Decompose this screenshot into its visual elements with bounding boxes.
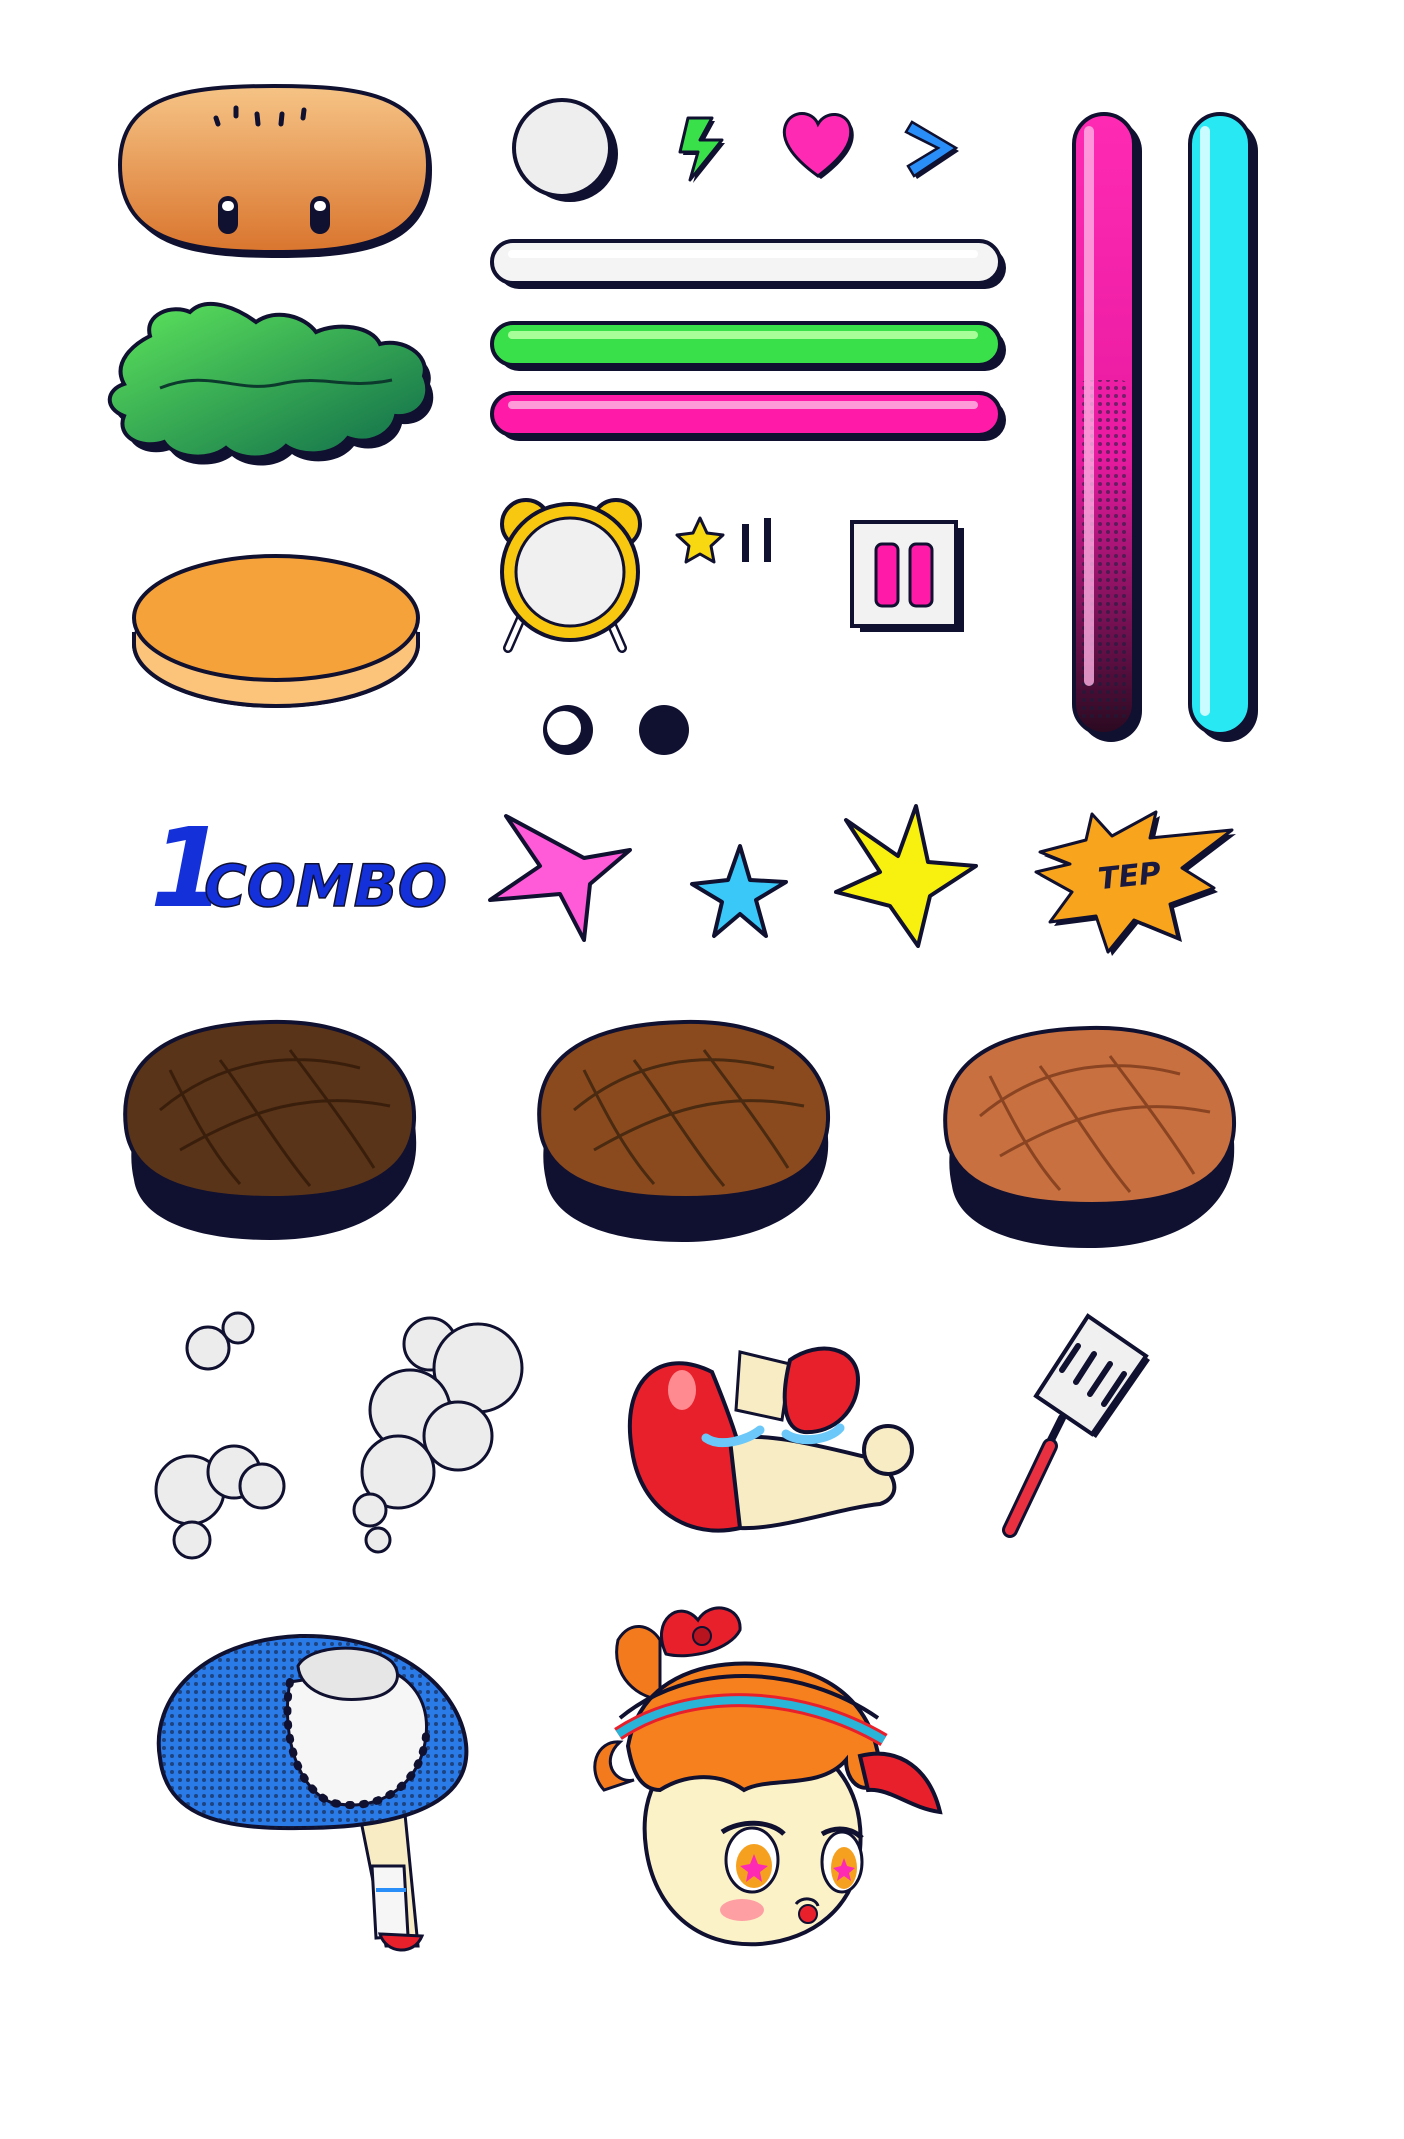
burst-tep-icon: TEP xyxy=(1034,810,1236,956)
pause-button-icon xyxy=(850,520,964,632)
burst-label: TEP xyxy=(1096,856,1162,897)
character-head-icon xyxy=(593,1606,943,1947)
star-small-icon xyxy=(675,516,725,564)
bar-white-icon xyxy=(490,239,1006,289)
button-circle-icon xyxy=(512,98,618,202)
bun-top-icon xyxy=(117,83,432,258)
vertical-bar-cyan-icon xyxy=(1188,112,1258,742)
lettuce-icon xyxy=(107,301,434,466)
vertical-bar-magenta-icon xyxy=(1072,112,1142,742)
bar-green-icon xyxy=(490,321,1006,371)
sprite-sheet: 1 COMBO TEP xyxy=(107,83,1258,1952)
dot-filled-icon xyxy=(639,705,689,755)
character-arm-icon xyxy=(627,1346,914,1533)
alarm-clock-icon xyxy=(500,498,642,653)
dot-open-icon xyxy=(543,705,593,755)
bun-bottom-icon xyxy=(132,554,420,709)
smoke-small-icon xyxy=(154,1311,286,1560)
spatula-icon xyxy=(1002,1313,1150,1538)
combo-label-icon: 1 COMBO xyxy=(150,804,448,932)
star-yellow-icon xyxy=(834,804,978,948)
combo-word: COMBO xyxy=(204,852,447,920)
bar-magenta-icon xyxy=(490,391,1006,441)
star-pink-icon xyxy=(488,814,632,942)
smoke-large-icon xyxy=(352,1316,524,1554)
heart-icon xyxy=(782,112,854,179)
character-body-icon xyxy=(156,1633,469,1952)
patty-dark-icon xyxy=(123,1019,417,1240)
chevron-right-icon xyxy=(904,120,959,179)
star-blue-icon xyxy=(690,844,788,938)
patty-medium-icon xyxy=(537,1019,831,1242)
pause-glyph-icon xyxy=(742,518,771,562)
lightning-icon xyxy=(678,116,725,183)
patty-light-icon xyxy=(943,1025,1237,1248)
